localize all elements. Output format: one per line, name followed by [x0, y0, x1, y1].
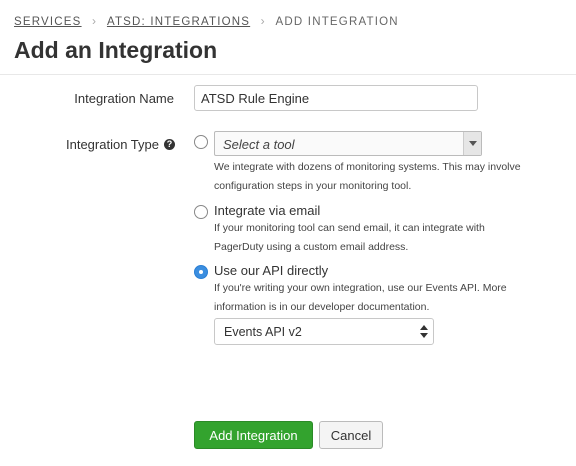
integration-type-label: Integration Type: [66, 137, 159, 152]
api-help-text: If you're writing your own integration, …: [214, 282, 507, 313]
page-title: Add an Integration: [14, 37, 218, 63]
api-version-value: Events API v2: [224, 325, 302, 339]
question-circle-icon[interactable]: ?: [164, 139, 175, 150]
integration-name-input[interactable]: [194, 85, 478, 111]
radio-integrate-email[interactable]: [194, 205, 208, 219]
chevron-right-icon: ›: [260, 14, 266, 28]
select-arrows-icon: [420, 324, 428, 340]
breadcrumb: SERVICES › ATSD: INTEGRATIONS › ADD INTE…: [14, 14, 399, 28]
add-integration-button[interactable]: Add Integration: [194, 421, 313, 449]
chevron-right-icon: ›: [91, 14, 98, 28]
divider: [0, 74, 576, 75]
use-api-label[interactable]: Use our API directly: [214, 263, 328, 278]
tool-select[interactable]: Select a tool: [214, 131, 482, 156]
integrate-email-label[interactable]: Integrate via email: [214, 203, 320, 218]
tool-select-placeholder: Select a tool: [223, 137, 295, 152]
chevron-down-icon[interactable]: [463, 132, 481, 155]
integration-name-label: Integration Name: [74, 91, 174, 106]
email-help-text: If your monitoring tool can send email, …: [214, 222, 485, 253]
breadcrumb-current: ADD INTEGRATION: [275, 16, 399, 28]
breadcrumb-service-link[interactable]: ATSD: INTEGRATIONS: [107, 16, 250, 28]
radio-use-api[interactable]: [194, 265, 208, 279]
api-version-select[interactable]: Events API v2: [214, 318, 434, 345]
cancel-button[interactable]: Cancel: [319, 421, 383, 449]
tool-help-text: We integrate with dozens of monitoring s…: [214, 161, 521, 192]
radio-select-tool[interactable]: [194, 135, 208, 149]
breadcrumb-services-link[interactable]: SERVICES: [14, 16, 82, 28]
